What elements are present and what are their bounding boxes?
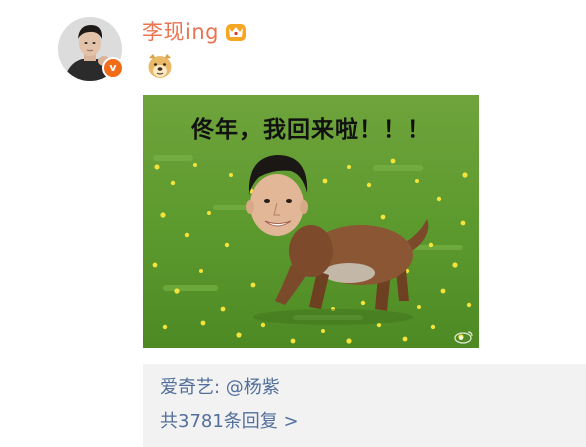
doge-emoji-icon	[146, 52, 174, 80]
reply-preview-box[interactable]: 爱奇艺: @杨紫 共3781条回复 >	[143, 364, 586, 447]
username-link[interactable]: 李现ing	[142, 19, 219, 45]
first-reply[interactable]: 爱奇艺: @杨紫	[160, 376, 280, 400]
vip-crown-icon[interactable]	[225, 21, 247, 43]
verified-badge-icon: v	[102, 57, 124, 79]
weibo-watermark-icon	[453, 330, 475, 344]
username-row: 李现ing	[142, 19, 247, 45]
view-all-replies-link[interactable]: 共3781条回复 >	[160, 410, 299, 434]
meme-image[interactable]: 佟年，我回来啦！！！	[143, 95, 479, 348]
meme-caption: 佟年，我回来啦！！！	[191, 117, 431, 143]
weibo-comment: v 李现ing 佟年，我回来啦！！！ 爱奇艺: @杨紫 共3781条回复 >	[0, 0, 586, 447]
avatar-container[interactable]: v	[58, 17, 124, 81]
